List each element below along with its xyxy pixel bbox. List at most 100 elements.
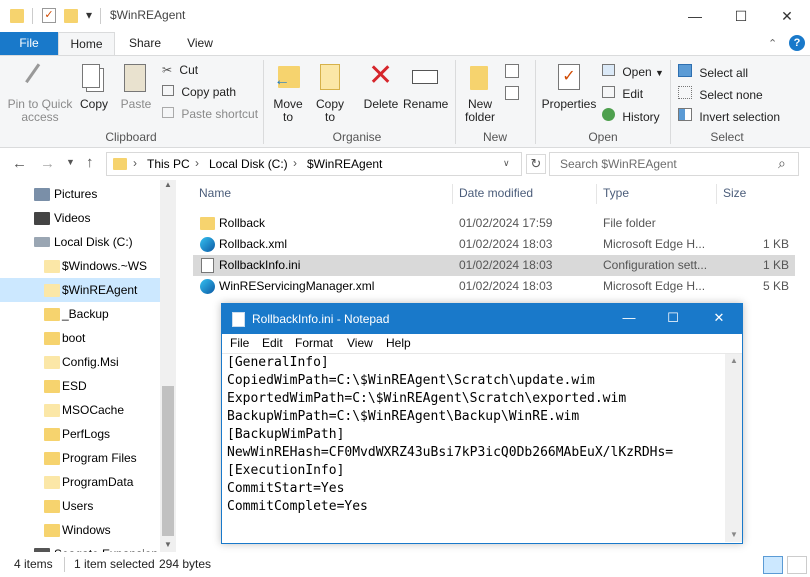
properties-check-icon[interactable]: ✓: [42, 8, 56, 23]
address-dropdown-icon[interactable]: ∨: [503, 158, 510, 169]
qat-dropdown-icon[interactable]: ▾: [86, 8, 92, 22]
pictures-icon: [34, 188, 50, 201]
details-view-icon[interactable]: [763, 556, 783, 574]
ribbon-collapse-icon[interactable]: ⌃: [768, 37, 777, 50]
nav-item-backup[interactable]: _Backup: [0, 302, 160, 326]
move-to-button[interactable]: ← Move to: [268, 60, 308, 126]
file-date: 01/02/2024 18:03: [459, 237, 553, 251]
cut-button[interactable]: ✂ Cut: [162, 63, 198, 77]
breadcrumb-winreagent[interactable]: $WinREAgent: [307, 157, 382, 171]
nav-item-boot[interactable]: boot: [0, 326, 160, 350]
notepad-menu-bar: File Edit Format View Help: [222, 334, 742, 354]
select-all-button[interactable]: Select all: [678, 64, 748, 80]
search-icon[interactable]: ⌕: [778, 155, 786, 172]
notepad-text-area[interactable]: [GeneralInfo] CopiedWimPath=C:\$WinREAgen…: [226, 354, 722, 542]
maximize-button[interactable]: ☐: [718, 0, 764, 32]
nav-item-pictures[interactable]: Pictures: [0, 182, 160, 206]
up-arrow-icon[interactable]: ↑: [86, 154, 94, 171]
group-open-label: Open: [588, 130, 618, 144]
close-button[interactable]: ✕: [764, 0, 810, 32]
nav-item-videos[interactable]: Videos: [0, 206, 160, 230]
scroll-up-icon[interactable]: ▲: [164, 180, 172, 189]
tab-share[interactable]: Share: [118, 32, 172, 55]
refresh-icon[interactable]: ↻: [526, 154, 546, 174]
notepad-scrollbar[interactable]: ▲ ▼: [725, 354, 742, 542]
nav-item-users[interactable]: Users: [0, 494, 160, 518]
column-header-size[interactable]: Size: [723, 186, 746, 200]
edit-button[interactable]: Edit: [602, 86, 643, 101]
folder-icon: [200, 217, 215, 230]
recent-dropdown-icon[interactable]: ▼: [66, 157, 75, 167]
column-header-name[interactable]: Name: [199, 186, 231, 200]
paste-button[interactable]: Paste: [116, 60, 156, 126]
file-size: 1 KB: [762, 258, 789, 272]
copy-path-button[interactable]: Copy path: [162, 85, 236, 99]
history-button[interactable]: History: [602, 108, 660, 124]
folder-icon: [44, 260, 60, 273]
scroll-down-icon[interactable]: ▼: [730, 530, 738, 539]
notepad-close-button[interactable]: ✕: [696, 310, 742, 326]
notepad-menu-edit[interactable]: Edit: [262, 336, 283, 350]
forward-arrow-icon[interactable]: →: [40, 155, 55, 172]
notepad-maximize-button[interactable]: ☐: [650, 310, 696, 326]
notepad-menu-help[interactable]: Help: [386, 336, 411, 350]
new-folder-qat-icon[interactable]: [64, 9, 78, 23]
minimize-button[interactable]: —: [672, 0, 718, 32]
nav-item-perflogs[interactable]: PerfLogs: [0, 422, 160, 446]
delete-button[interactable]: ✕ Delete: [360, 59, 402, 126]
text-line: [ExecutionInfo]: [227, 463, 345, 478]
new-folder-button[interactable]: New folder: [460, 60, 500, 126]
new-item-icon[interactable]: [505, 64, 519, 78]
large-icons-view-icon[interactable]: [787, 556, 807, 574]
address-bar[interactable]: › This PC › Local Disk (C:) › $WinREAgen…: [106, 152, 522, 176]
nav-item-winreagent[interactable]: $WinREAgent: [0, 278, 160, 302]
nav-item-local-disk[interactable]: Local Disk (C:): [0, 230, 160, 254]
scroll-up-icon[interactable]: ▲: [730, 356, 738, 365]
file-row[interactable]: Rollback.xml 01/02/2024 18:03 Microsoft …: [193, 234, 795, 255]
nav-item-windows-ws[interactable]: $Windows.~WS: [0, 254, 160, 278]
scroll-down-icon[interactable]: ▼: [164, 540, 172, 549]
copy-to-button[interactable]: Copy to: [310, 60, 350, 126]
nav-item-config-msi[interactable]: Config.Msi: [0, 350, 160, 374]
breadcrumb-local-disk[interactable]: Local Disk (C:): [209, 157, 288, 171]
column-header-date[interactable]: Date modified: [459, 186, 533, 200]
invert-selection-button[interactable]: Invert selection: [678, 108, 780, 124]
help-icon[interactable]: ?: [789, 35, 805, 51]
easy-access-icon[interactable]: [505, 86, 519, 100]
copy-button[interactable]: Copy: [76, 60, 112, 126]
properties-button[interactable]: ✓ Properties: [540, 60, 598, 126]
column-divider[interactable]: [596, 184, 597, 204]
column-divider[interactable]: [716, 184, 717, 204]
qat-separator: [100, 8, 101, 24]
nav-item-esd[interactable]: ESD: [0, 374, 160, 398]
nav-item-msocache[interactable]: MSOCache: [0, 398, 160, 422]
rename-button[interactable]: Rename: [403, 60, 448, 126]
notepad-menu-view[interactable]: View: [347, 336, 373, 350]
file-row[interactable]: WinREServicingManager.xml 01/02/2024 18:…: [193, 276, 795, 297]
notepad-minimize-button[interactable]: —: [606, 310, 652, 325]
column-header-type[interactable]: Type: [603, 186, 629, 200]
pin-button[interactable]: Pin to Quick access: [4, 60, 76, 126]
nav-item-label: Windows: [62, 523, 111, 537]
select-none-button[interactable]: Select none: [678, 86, 763, 102]
back-arrow-icon[interactable]: ←: [12, 155, 27, 172]
nav-item-program-files[interactable]: Program Files: [0, 446, 160, 470]
nav-item-programdata[interactable]: ProgramData: [0, 470, 160, 494]
tab-home[interactable]: Home: [58, 32, 115, 56]
tab-view[interactable]: View: [174, 32, 226, 55]
notepad-menu-file[interactable]: File: [230, 336, 249, 350]
tab-file[interactable]: File: [0, 32, 58, 55]
nav-item-seagate[interactable]: Seagate Expansion D: [0, 542, 170, 552]
file-row[interactable]: Rollback 01/02/2024 17:59 File folder: [193, 213, 795, 234]
column-divider[interactable]: [452, 184, 453, 204]
text-line: CopiedWimPath=C:\$WinREAgent\Scratch\upd…: [227, 373, 595, 388]
nav-item-windows[interactable]: Windows: [0, 518, 160, 542]
paste-shortcut-button[interactable]: Paste shortcut: [162, 107, 258, 121]
nav-scrollbar[interactable]: ▲ ▼: [160, 180, 176, 552]
file-row-selected[interactable]: RollbackInfo.ini 01/02/2024 18:03 Config…: [193, 255, 795, 276]
notepad-menu-format[interactable]: Format: [295, 336, 333, 350]
scroll-thumb[interactable]: [162, 386, 174, 536]
search-input[interactable]: Search $WinREAgent ⌕: [549, 152, 799, 176]
open-button[interactable]: Open ▼: [602, 64, 664, 79]
breadcrumb-this-pc[interactable]: This PC: [147, 157, 190, 171]
